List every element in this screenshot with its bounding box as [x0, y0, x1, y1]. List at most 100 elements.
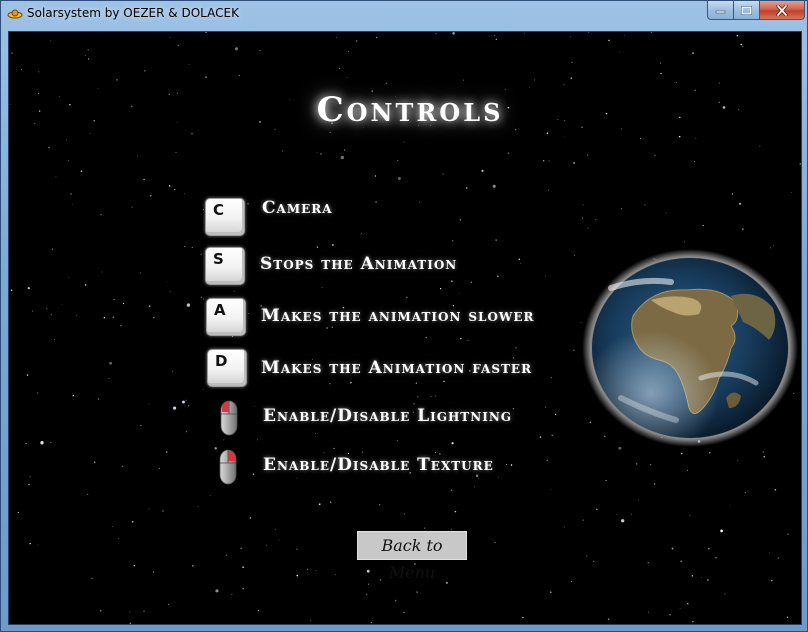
star: [564, 135, 566, 137]
star: [563, 84, 565, 86]
star: [460, 337, 462, 340]
star: [443, 380, 445, 383]
star: [281, 150, 284, 152]
star: [544, 275, 546, 277]
star: [465, 187, 468, 189]
star: [550, 488, 552, 490]
star: [71, 204, 73, 205]
star: [435, 395, 437, 397]
star: [497, 275, 499, 277]
star: [571, 581, 572, 582]
star: [87, 493, 89, 495]
star: [720, 529, 723, 533]
star: [122, 302, 125, 305]
star: [159, 467, 161, 469]
key-letter: A: [214, 301, 226, 319]
star: [596, 508, 598, 510]
star: [10, 289, 13, 291]
star: [91, 577, 93, 579]
star: [38, 71, 40, 73]
star: [202, 208, 204, 210]
star: [481, 169, 484, 172]
star: [442, 173, 444, 175]
star: [334, 574, 336, 576]
star: [564, 526, 565, 528]
star: [739, 202, 742, 205]
star: [321, 287, 323, 288]
star: [546, 132, 549, 134]
star: [397, 177, 401, 180]
star: [166, 280, 167, 282]
star: [573, 162, 575, 164]
star: [326, 327, 328, 329]
star: [774, 489, 777, 491]
star: [679, 607, 681, 609]
star: [215, 589, 219, 593]
star: [522, 616, 524, 619]
star: [416, 591, 418, 593]
star: [570, 77, 573, 79]
star: [605, 479, 607, 482]
back-to-menu-button[interactable]: Back to Menu: [357, 531, 467, 582]
star: [707, 579, 709, 581]
star: [120, 325, 122, 327]
star: [169, 291, 171, 293]
star: [347, 452, 350, 455]
star: [786, 616, 789, 618]
star: [498, 476, 500, 478]
minimize-button[interactable]: [707, 1, 734, 20]
star: [278, 539, 280, 541]
star: [214, 447, 217, 450]
star: [234, 47, 239, 51]
star: [695, 138, 697, 140]
mouse-right-button-icon: [219, 449, 237, 485]
star: [165, 451, 168, 453]
star: [72, 394, 75, 397]
star: [694, 161, 695, 163]
star: [84, 284, 87, 286]
star: [242, 588, 244, 590]
star: [574, 254, 576, 256]
star: [452, 32, 455, 35]
star: [573, 349, 575, 351]
maximize-button[interactable]: [733, 1, 760, 20]
app-window: Solarsystem by OEZER & DOLACEK Controls …: [0, 0, 808, 632]
star: [331, 326, 333, 328]
control-label-faster: Makes the Animation faster: [261, 358, 533, 378]
star: [359, 234, 361, 235]
star: [231, 336, 233, 337]
star: [143, 610, 145, 612]
star: [350, 381, 352, 384]
star: [296, 574, 299, 577]
star: [637, 499, 639, 501]
star: [586, 555, 588, 557]
app-logo-icon: [7, 9, 23, 19]
star: [439, 287, 442, 290]
title-bar[interactable]: Solarsystem by OEZER & DOLACEK: [1, 1, 807, 27]
controls-screen: Controls C Camera S Stops the Animation …: [8, 31, 802, 625]
star: [348, 51, 349, 53]
star: [103, 317, 106, 319]
star: [173, 406, 177, 410]
star: [644, 204, 646, 206]
star: [621, 208, 623, 210]
star: [587, 154, 589, 156]
star: [434, 451, 436, 453]
star: [678, 135, 681, 138]
star: [708, 548, 710, 550]
star: [200, 296, 202, 298]
star: [320, 153, 322, 155]
star: [247, 312, 249, 314]
star: [366, 569, 370, 573]
star: [329, 383, 331, 385]
star: [593, 560, 595, 562]
star: [403, 611, 405, 614]
star: [759, 145, 761, 147]
star: [40, 441, 44, 445]
star: [550, 591, 552, 593]
close-button[interactable]: [759, 1, 805, 20]
star: [451, 442, 454, 445]
star: [310, 620, 312, 622]
star: [692, 620, 694, 623]
star: [378, 503, 381, 506]
